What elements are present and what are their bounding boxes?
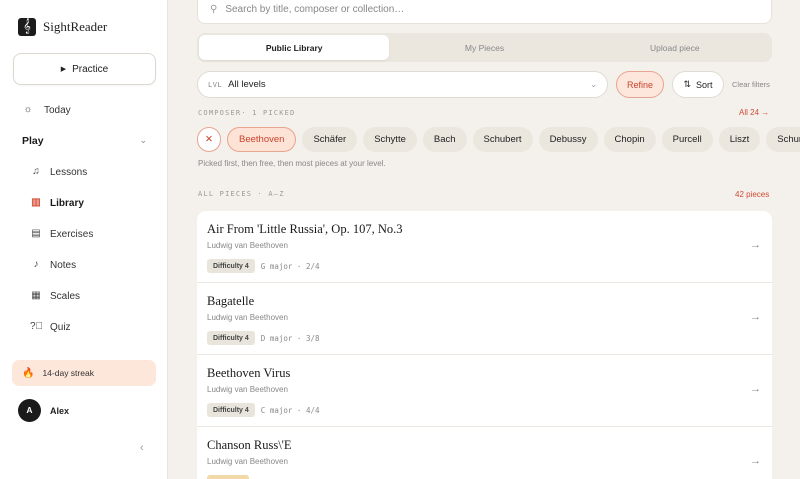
composer-chip[interactable]: Schäfer <box>302 127 358 152</box>
composer-chips: ✕ Beethoven Schäfer Schytte Bach Schuber… <box>197 127 800 152</box>
sort-icon: ⇅ <box>683 79 692 89</box>
composer-chip[interactable]: Schumann <box>766 127 800 152</box>
sidebar-item-today[interactable]: ☼ Today <box>22 104 71 116</box>
streak-label: 14-day streak <box>42 368 94 378</box>
composer-chip[interactable]: Schubert <box>472 127 533 152</box>
library-tabs: Public Library My Pieces Upload piece <box>197 33 772 62</box>
sidebar-item-label: Lessons <box>50 166 88 178</box>
sidebar-item-label: Today <box>44 104 71 116</box>
piece-key-time: G major · 2/4 <box>260 261 320 271</box>
arrow-right-icon: → <box>750 455 761 467</box>
piece-card[interactable]: Air From 'Little Russia', Op. 107, No.3 … <box>197 211 772 283</box>
piece-composer: Ludwig van Beethoven <box>207 241 288 250</box>
sidebar-item-label: Exercises <box>50 228 94 240</box>
fire-icon: 🔥 <box>22 367 35 379</box>
avatar: A <box>18 399 41 422</box>
clear-filters-link[interactable]: Clear filters <box>732 80 770 89</box>
composer-chip[interactable]: Purcell <box>661 127 713 152</box>
play-icon: ▶ <box>60 66 67 73</box>
arrow-right-icon: → <box>750 383 761 395</box>
piece-card[interactable]: Chanson Russ\'E Ludwig van Beethoven Dif… <box>197 427 772 479</box>
difficulty-badge: Difficulty 4 <box>207 259 255 273</box>
sidebar-item-label: Quiz <box>50 321 71 333</box>
pieces-section-label: ALL PIECES · A–Z <box>198 190 285 198</box>
quiz-icon: ?⃝ <box>30 321 44 332</box>
piece-title: Air From 'Little Russia', Op. 107, No.3 <box>207 222 403 236</box>
difficulty-badge: Difficulty 4 <box>207 403 255 417</box>
sidebar-item-exercises[interactable]: ▤ Exercises <box>30 228 93 240</box>
scales-icon: ▦ <box>31 290 41 301</box>
composer-hint: Picked first, then free, then most piece… <box>198 159 386 168</box>
sort-button[interactable]: ⇅ Sort <box>672 71 724 98</box>
composer-chip[interactable]: Debussy <box>538 127 598 152</box>
composer-chip[interactable]: Schytte <box>363 127 417 152</box>
tab-my-pieces[interactable]: My Pieces <box>389 35 579 60</box>
piece-key-time: D major · 3/8 <box>260 333 320 343</box>
level-prefix: LVL <box>208 80 223 89</box>
treble-clef-logo-icon: 𝄞 <box>18 18 36 36</box>
notes-icon: ♪ <box>33 259 39 270</box>
tab-public-library[interactable]: Public Library <box>199 35 390 60</box>
composer-chip[interactable]: Bach <box>422 127 467 152</box>
chevron-down-icon: ⌄ <box>139 135 147 145</box>
tab-upload-piece[interactable]: Upload piece <box>580 35 770 60</box>
sidebar-item-scales[interactable]: ▦ Scales <box>30 290 80 302</box>
sidebar-item-label: Library <box>50 197 84 209</box>
lessons-icon: ♫ <box>32 166 40 177</box>
practice-button[interactable]: ▶ Practice <box>13 53 156 85</box>
sidebar: 𝄞 SightReader ▶ Practice ☼ Today Play ⌄ … <box>0 0 168 479</box>
close-icon: ✕ <box>205 134 213 145</box>
practice-label: Practice <box>72 63 109 75</box>
sun-icon: ☼ <box>23 104 33 115</box>
streak-badge[interactable]: 🔥 14-day streak <box>12 360 156 386</box>
difficulty-badge: Difficulty 4 <box>207 331 255 345</box>
exercises-icon: ▤ <box>31 228 41 239</box>
piece-composer: Ludwig van Beethoven <box>207 457 288 466</box>
piece-composer: Ludwig van Beethoven <box>207 313 288 322</box>
composer-chip[interactable]: Liszt <box>718 127 761 152</box>
user-name: Alex <box>50 405 70 416</box>
main-content: ⚲ Search by title, composer or collectio… <box>168 0 800 479</box>
sidebar-item-library[interactable]: ▥ Library <box>30 197 84 209</box>
pieces-count: 42 pieces <box>735 190 770 199</box>
sidebar-item-quiz[interactable]: ?⃝ Quiz <box>30 321 71 333</box>
piece-composer: Ludwig van Beethoven <box>207 385 288 394</box>
sidebar-section-label: Play <box>22 135 44 147</box>
all-composers-link[interactable]: All 24 → <box>739 108 769 117</box>
search-input[interactable]: ⚲ Search by title, composer or collectio… <box>197 0 772 24</box>
refine-button[interactable]: Refine <box>616 71 664 98</box>
search-placeholder: Search by title, composer or collection… <box>225 3 405 15</box>
arrow-right-icon: → <box>750 239 761 251</box>
piece-key-time: C major · 4/4 <box>260 405 320 415</box>
piece-title: Chanson Russ\'E <box>207 438 292 452</box>
clear-composer-button[interactable]: ✕ <box>197 127 221 152</box>
sidebar-item-notes[interactable]: ♪ Notes <box>30 259 77 271</box>
sidebar-section-play[interactable]: Play ⌄ <box>22 135 147 147</box>
composer-chip[interactable]: Chopin <box>603 127 656 152</box>
sort-label: Sort <box>696 79 713 90</box>
piece-title: Bagatelle <box>207 294 255 308</box>
search-icon: ⚲ <box>210 3 218 15</box>
chevron-down-icon: ⌄ <box>590 80 597 89</box>
user-profile[interactable]: A Alex <box>18 399 69 422</box>
piece-title: Beethoven Virus <box>207 366 291 380</box>
library-icon: ▥ <box>31 197 41 208</box>
composer-chip-beethoven[interactable]: Beethoven <box>227 127 297 152</box>
sidebar-item-lessons[interactable]: ♫ Lessons <box>30 166 87 178</box>
arrow-right-icon: → <box>750 311 761 323</box>
difficulty-badge: Difficulty <box>207 475 249 479</box>
sidebar-item-label: Notes <box>50 259 77 271</box>
brand-name: SightReader <box>43 19 108 34</box>
level-value: All levels <box>228 79 266 90</box>
pieces-list: Air From 'Little Russia', Op. 107, No.3 … <box>197 211 772 479</box>
piece-card[interactable]: Bagatelle Ludwig van Beethoven Difficult… <box>197 283 772 355</box>
level-select[interactable]: LVL All levels ⌄ <box>197 71 608 98</box>
composer-section-label: COMPOSER· 1 PICKED <box>198 109 296 117</box>
sidebar-item-label: Scales <box>50 290 81 302</box>
piece-card[interactable]: Beethoven Virus Ludwig van Beethoven Dif… <box>197 355 772 427</box>
brand[interactable]: 𝄞 SightReader <box>18 18 107 36</box>
collapse-sidebar-icon[interactable]: ‹ <box>140 442 144 454</box>
